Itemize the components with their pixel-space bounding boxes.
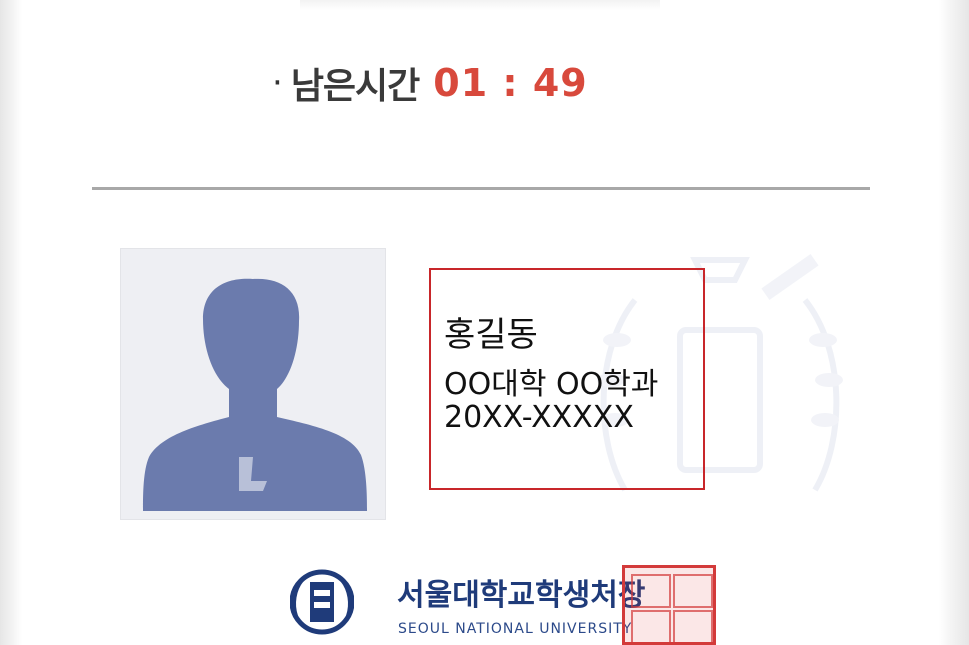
timer-value: 01 : 49 [433,61,588,105]
student-name: 홍길동 [444,315,538,355]
student-photo [120,248,386,520]
top-content-fragment [300,0,660,10]
university-emblem-icon [290,569,354,635]
remaining-time: · 남은시간 01 : 49 [272,58,588,108]
issuer-title-english: SEOUL NATIONAL UNIVERSITY [398,621,633,637]
card-edge-left [0,0,22,645]
section-divider [92,187,870,190]
student-department: OO대학 OO학과 [444,367,659,402]
timer-bullet: · [272,63,283,103]
official-seal-stamp-icon [622,565,716,645]
issuer-title: 서울대학교학생처장 [397,578,646,613]
person-silhouette-icon [143,278,367,511]
timer-label: 남은시간 [290,66,420,107]
card-edge-right [939,0,969,645]
student-id: 20XX-XXXXX [444,400,634,435]
